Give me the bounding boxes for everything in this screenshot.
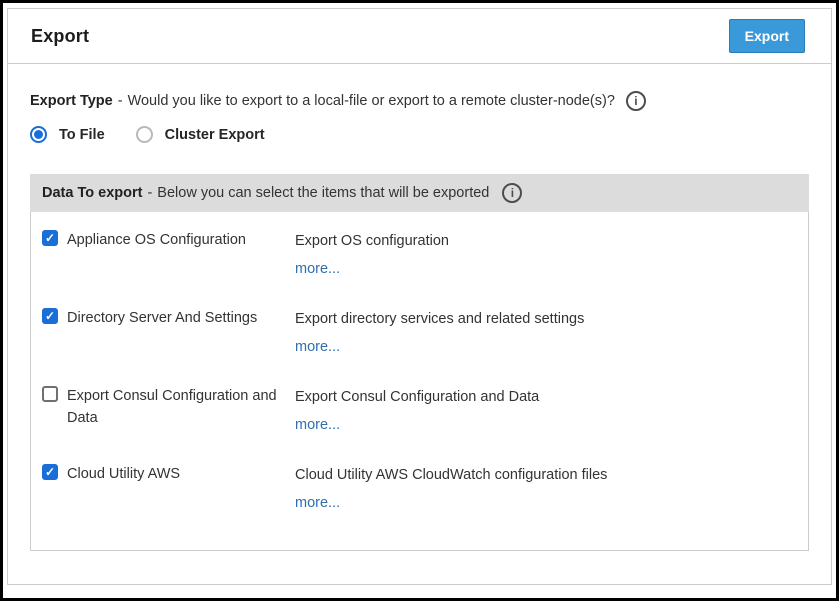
export-panel: Export Export Export Type - Would you li… <box>7 8 832 585</box>
item-details: Export Consul Configuration and Data mor… <box>295 385 796 446</box>
more-link[interactable]: more... <box>295 339 340 355</box>
radio-option-cluster-export[interactable]: Cluster Export <box>136 126 265 143</box>
info-glyph: i <box>511 186 514 200</box>
item-checkbox[interactable]: ✓ <box>42 386 58 402</box>
data-to-export-description: Below you can select the items that will… <box>157 185 489 201</box>
export-items-list: ✓ Appliance OS Configuration Export OS c… <box>30 212 809 551</box>
item-description: Export Consul Configuration and Data <box>295 385 796 407</box>
info-icon[interactable]: i <box>626 91 646 111</box>
item-checkbox[interactable]: ✓ <box>42 230 58 246</box>
radio-button-to-file[interactable] <box>30 126 47 143</box>
export-type-description: Would you like to export to a local-file… <box>128 93 615 109</box>
item-checkbox-group: ✓ Cloud Utility AWS <box>42 463 295 524</box>
item-description: Export OS configuration <box>295 229 796 251</box>
item-label: Directory Server And Settings <box>67 307 263 329</box>
data-to-export-separator: - <box>147 185 152 201</box>
more-link[interactable]: more... <box>295 261 340 277</box>
data-to-export-label: Data To export <box>42 185 142 201</box>
item-row-cloud-utility-aws: ✓ Cloud Utility AWS Cloud Utility AWS Cl… <box>42 446 796 524</box>
export-type-heading: Export Type - Would you like to export t… <box>30 91 809 111</box>
item-checkbox-group: ✓ Directory Server And Settings <box>42 307 295 368</box>
more-link[interactable]: more... <box>295 417 340 433</box>
export-type-options: To File Cluster Export <box>30 126 809 143</box>
radio-label: Cluster Export <box>165 127 265 143</box>
checkmark-icon: ✓ <box>45 466 55 478</box>
page-content: Export Type - Would you like to export t… <box>8 91 831 551</box>
radio-option-to-file[interactable]: To File <box>30 126 105 143</box>
item-row-consul-configuration: ✓ Export Consul Configuration and Data E… <box>42 368 796 446</box>
item-label: Cloud Utility AWS <box>67 463 186 485</box>
data-to-export-header: Data To export - Below you can select th… <box>30 174 809 212</box>
item-details: Export directory services and related se… <box>295 307 796 368</box>
radio-button-cluster-export[interactable] <box>136 126 153 143</box>
item-checkbox-group: ✓ Export Consul Configuration and Data <box>42 385 295 446</box>
item-description: Cloud Utility AWS CloudWatch configurati… <box>295 463 796 485</box>
info-icon[interactable]: i <box>502 183 522 203</box>
item-checkbox-group: ✓ Appliance OS Configuration <box>42 229 295 290</box>
page-title: Export <box>31 26 89 47</box>
export-type-separator: - <box>118 93 123 109</box>
item-label: Export Consul Configuration and Data <box>67 385 295 429</box>
checkmark-icon: ✓ <box>45 310 55 322</box>
item-details: Export OS configuration more... <box>295 229 796 290</box>
more-link[interactable]: more... <box>295 495 340 511</box>
checkmark-icon: ✓ <box>45 232 55 244</box>
export-type-label: Export Type <box>30 93 113 109</box>
page-header: Export Export <box>8 9 831 64</box>
item-checkbox[interactable]: ✓ <box>42 464 58 480</box>
export-button[interactable]: Export <box>729 19 805 54</box>
item-checkbox[interactable]: ✓ <box>42 308 58 324</box>
item-description: Export directory services and related se… <box>295 307 796 329</box>
item-details: Cloud Utility AWS CloudWatch configurati… <box>295 463 796 524</box>
item-row-appliance-os: ✓ Appliance OS Configuration Export OS c… <box>42 212 796 290</box>
radio-label: To File <box>59 127 105 143</box>
info-glyph: i <box>634 94 637 108</box>
item-row-directory-server: ✓ Directory Server And Settings Export d… <box>42 290 796 368</box>
window-frame: Export Export Export Type - Would you li… <box>0 0 839 601</box>
item-label: Appliance OS Configuration <box>67 229 252 251</box>
